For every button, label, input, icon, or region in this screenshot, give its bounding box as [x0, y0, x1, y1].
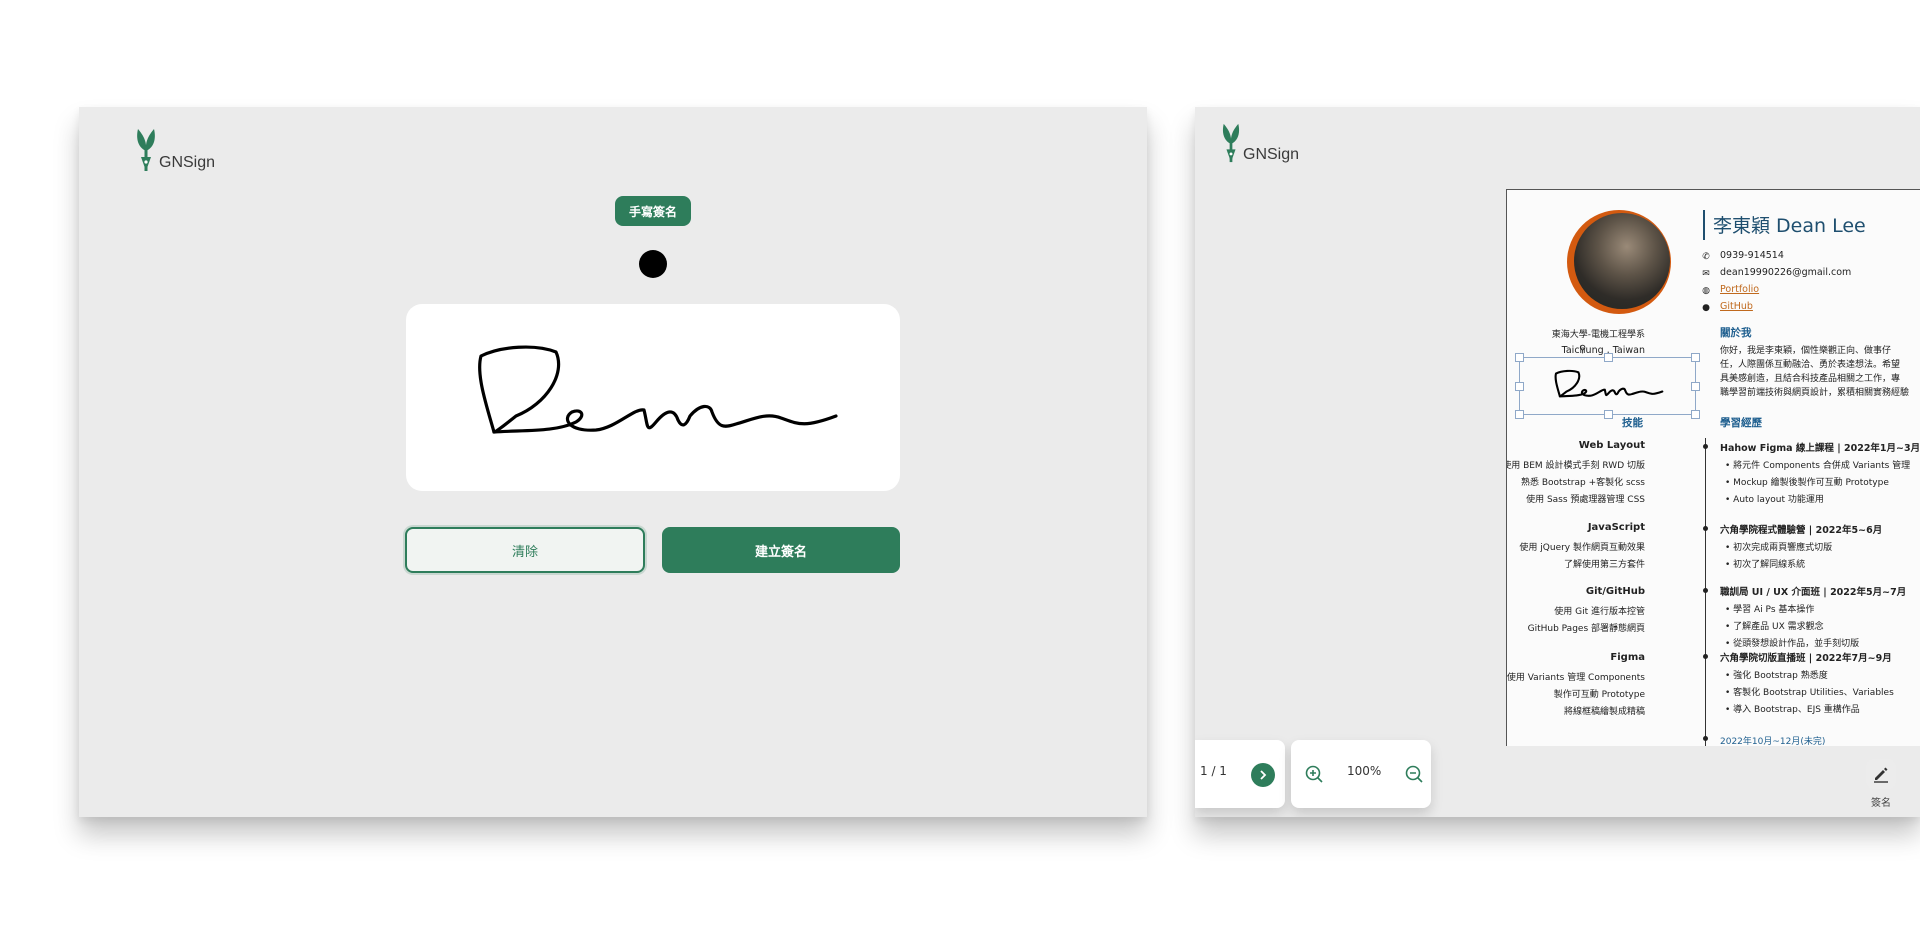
about-line: 你好，我是李東穎，個性樂觀正向、做事仔 [1720, 346, 1892, 356]
resume-name: 李東穎 Dean Lee [1713, 215, 1866, 237]
exp-item: • 客製化 Bootstrap Utilities、Variables [1725, 688, 1894, 698]
skill-item: GitHub Pages 部署靜態網頁 [1527, 624, 1645, 634]
brand-name: GNSign [159, 154, 216, 171]
sign-tool-button[interactable] [1866, 759, 1896, 789]
signature-canvas[interactable] [406, 304, 900, 491]
about-title: 關於我 [1720, 327, 1752, 339]
zoom-in-button[interactable] [1303, 763, 1325, 785]
skill-name: Web Layout [1578, 440, 1645, 451]
placed-signature[interactable] [1515, 353, 1700, 419]
signature-stroke [1554, 369, 1664, 398]
zoom-bar: 100% [1291, 740, 1431, 808]
resize-handle[interactable] [1515, 410, 1524, 419]
signature-create-panel: GNSign 手寫簽名 清除 建立簽名 [79, 107, 1147, 817]
exp-title-item: 2022年10月~12月(未完) [1720, 737, 1826, 746]
zoom-level: 100% [1347, 764, 1382, 778]
location-pin-icon: ⚲ [1579, 344, 1587, 355]
skill-name: Git/GitHub [1585, 586, 1645, 597]
leaf-logo-icon [1222, 123, 1240, 163]
skills-title: 技能 [1622, 417, 1643, 429]
skill-item: 使用 Variants 管理 Components [1506, 673, 1645, 683]
resize-handle[interactable] [1691, 382, 1700, 391]
resize-handle[interactable] [1515, 353, 1524, 362]
exp-item: • 將元件 Components 合併成 Variants 管理 [1725, 461, 1911, 471]
exp-title-item: Hahow Figma 線上課程 | 2022年1月~3月 [1720, 443, 1920, 454]
resume-phone: 0939-914514 [1720, 250, 1784, 261]
next-page-button[interactable] [1251, 763, 1275, 787]
skill-item: 使用 BEM 設計模式手刻 RWD 切版 [1506, 461, 1645, 471]
resize-handle[interactable] [1515, 382, 1524, 391]
pagination-bar: 1 / 1 [1195, 740, 1285, 808]
skill-item: 將線框稿繪製成精稿 [1563, 707, 1645, 717]
skill-item: 製作可互動 Prototype [1553, 690, 1645, 700]
create-signature-button[interactable]: 建立簽名 [662, 527, 900, 573]
exp-title-item: 六角學院切版直播班 | 2022年7月~9月 [1720, 653, 1892, 664]
exp-item: • 強化 Bootstrap 熟悉度 [1725, 671, 1828, 681]
profile-photo [1567, 210, 1671, 314]
resume-school: 東海大學-電機工程學系 [1551, 330, 1645, 340]
resume-github-link[interactable]: GitHub [1720, 301, 1753, 312]
skill-item: 熟悉 Bootstrap +客製化 scss [1520, 478, 1645, 488]
pen-color-swatch[interactable] [639, 250, 667, 278]
about-line: 具美感創造，且結合科技產品相關之工作，專 [1720, 374, 1901, 384]
resume-portfolio-link[interactable]: Portfolio [1720, 284, 1759, 295]
zoom-in-icon [1305, 765, 1323, 783]
resize-handle[interactable] [1691, 410, 1700, 419]
page-indicator: 1 / 1 [1200, 764, 1227, 778]
pen-icon [1874, 767, 1888, 783]
chevron-right-icon [1260, 770, 1267, 780]
exp-item: • Auto layout 功能運用 [1725, 495, 1824, 505]
phone-icon: ✆ [1702, 252, 1710, 262]
exp-title-item: 職訓局 UI / UX 介面班 | 2022年5月~7月 [1720, 587, 1907, 598]
skill-item: 使用 Sass 預處理器管理 CSS [1526, 495, 1645, 505]
globe-icon: ◍ [1702, 286, 1710, 296]
signature-stroke [478, 345, 838, 434]
exp-item: • 了解產品 UX 需求觀念 [1725, 622, 1824, 632]
exp-item: • Mockup 繪製後製作可互動 Prototype [1725, 478, 1889, 488]
exp-title: 學習經歷 [1720, 417, 1762, 429]
brand-logo: GNSign [135, 127, 215, 173]
exp-item: • 從頭發想設計作品，並手刻切版 [1725, 639, 1860, 649]
clear-button[interactable]: 清除 [405, 527, 645, 573]
document-viewer-panel: GNSign 李東穎 Dean Lee ✆ 0939-914514 ✉ dean… [1195, 107, 1920, 817]
about-line: 職學習前端技術與網頁設計，累積相關實務經驗 [1720, 388, 1910, 398]
zoom-out-button[interactable] [1403, 763, 1425, 785]
exp-item: • 學習 Ai Ps 基本操作 [1725, 605, 1815, 615]
brand-name: GNSign [1243, 146, 1300, 163]
pdf-page[interactable]: 李東穎 Dean Lee ✆ 0939-914514 ✉ dean1999022… [1506, 189, 1920, 746]
exp-item: • 初次了解同線系統 [1725, 560, 1806, 570]
resize-handle[interactable] [1604, 410, 1613, 419]
exp-item: • 初次完成兩頁響應式切版 [1725, 543, 1833, 553]
mail-icon: ✉ [1702, 269, 1710, 279]
sign-tool-label: 簽名 [1871, 798, 1891, 809]
github-icon: ● [1702, 303, 1710, 313]
mode-tab-handwriting[interactable]: 手寫簽名 [615, 196, 691, 226]
about-line: 任，人際團係互動融洽、勇於表達想法。希望 [1720, 360, 1901, 370]
resize-handle[interactable] [1691, 353, 1700, 362]
resume-email: dean19990226@gmail.com [1720, 267, 1852, 278]
resize-handle[interactable] [1604, 353, 1613, 362]
skill-item: 使用 jQuery 製作網頁互動效果 [1519, 543, 1645, 553]
exp-item: • 導入 Bootstrap、EJS 重構作品 [1725, 705, 1860, 715]
leaf-logo-icon [137, 129, 155, 171]
skill-item: 使用 Git 進行版本控管 [1554, 607, 1645, 617]
zoom-out-icon [1405, 765, 1423, 783]
skill-name: JavaScript [1587, 522, 1645, 533]
skill-name: Figma [1610, 652, 1645, 663]
exp-title-item: 六角學院程式體驗營 | 2022年5~6月 [1720, 525, 1883, 536]
skill-item: 了解使用第三方套件 [1563, 560, 1645, 570]
brand-logo-viewer: GNSign [1221, 121, 1299, 165]
